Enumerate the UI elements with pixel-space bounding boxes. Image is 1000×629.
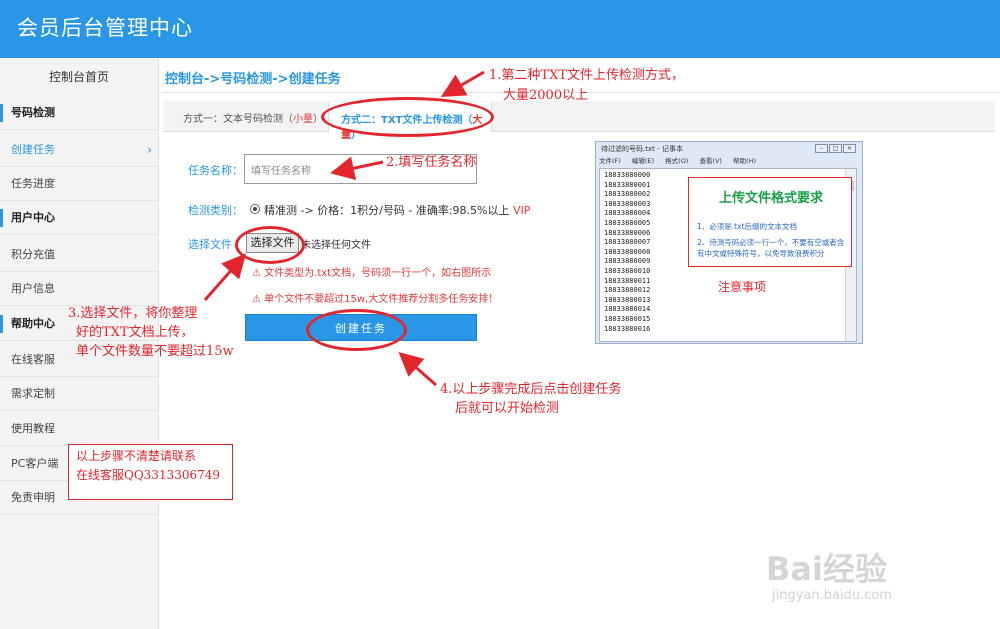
- watermark-logo: Bai经验: [766, 550, 887, 588]
- watermark-url: jingyan.baidu.com: [772, 588, 892, 603]
- annotation-arrows: [203, 70, 485, 387]
- arrow-step2: [330, 156, 384, 180]
- arrow-step3: [203, 253, 246, 301]
- arrow-step1: [440, 70, 485, 98]
- arrow-step4: [398, 352, 437, 387]
